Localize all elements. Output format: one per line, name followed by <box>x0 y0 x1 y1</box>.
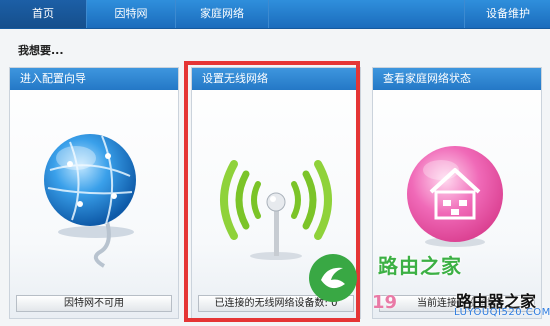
card-title: 设置无线网络 <box>192 68 360 90</box>
watermark-number: 19 <box>372 292 398 313</box>
watermark-url: LUYOUQI520.COM <box>454 307 550 318</box>
tab-internet[interactable]: 因特网 <box>87 0 176 28</box>
card-title: 查看家庭网络状态 <box>373 68 541 90</box>
tab-home-network[interactable]: 家庭网络 <box>176 0 269 28</box>
page-heading: 我想要... <box>18 44 64 57</box>
tab-device-maintenance[interactable]: 设备维护 <box>464 0 550 28</box>
top-navigation: 首页 因特网 家庭网络 设备维护 <box>0 0 550 29</box>
watermark-logo-icon <box>309 254 357 302</box>
card-setup-wizard[interactable]: 进入配置向导 因特网不可用 <box>9 67 179 319</box>
internet-status: 因特网不可用 <box>16 295 172 312</box>
tab-home[interactable]: 首页 <box>0 0 87 28</box>
watermark-site-name: 路由之家 <box>378 254 462 278</box>
globe-icon <box>44 134 136 268</box>
card-home-network-status[interactable]: 查看家庭网络状态 当前连接的设备数 <box>372 67 542 319</box>
card-title: 进入配置向导 <box>10 68 178 90</box>
